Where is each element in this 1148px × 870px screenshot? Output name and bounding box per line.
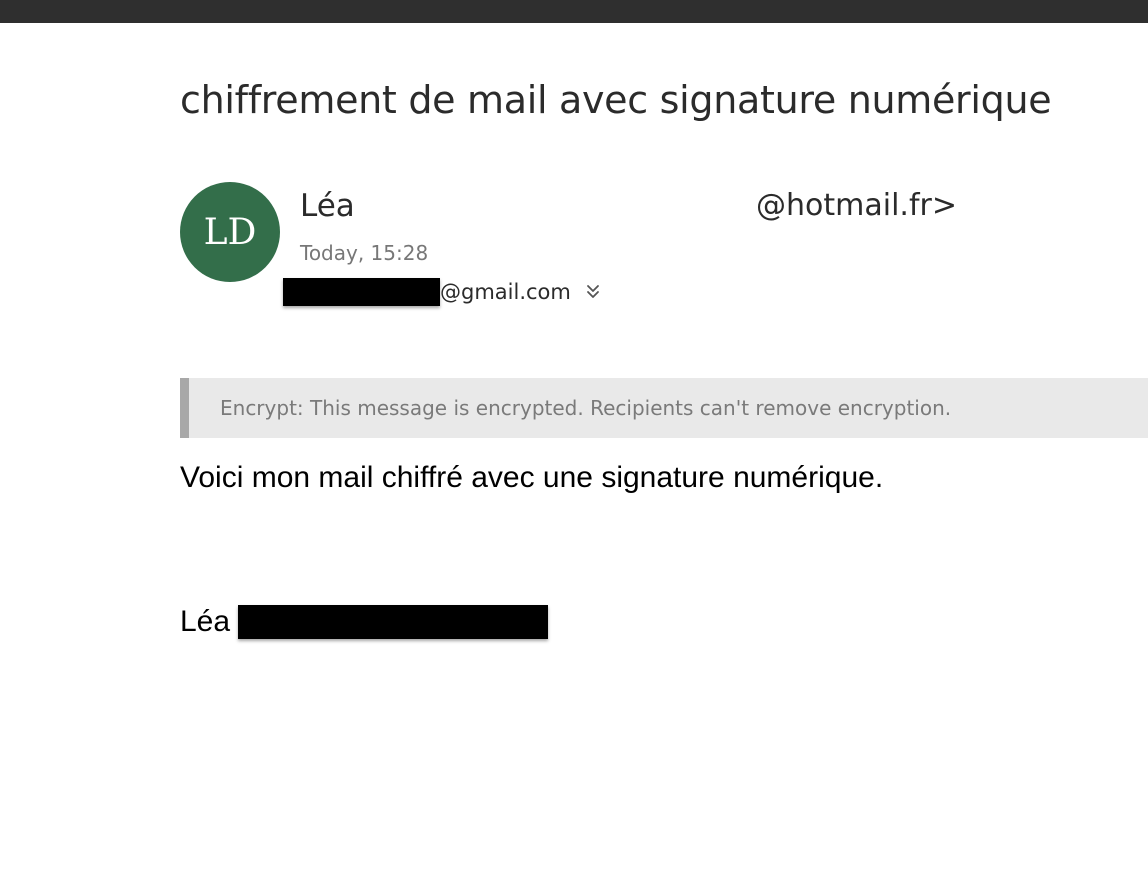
signature: Léa bbox=[180, 605, 549, 639]
message-body: Voici mon mail chiffré avec une signatur… bbox=[180, 461, 884, 494]
encryption-notice: Encrypt: This message is encrypted. Reci… bbox=[220, 396, 952, 420]
sender-name[interactable]: Léa bbox=[300, 188, 355, 224]
recipient-row: @gmail.com bbox=[283, 277, 601, 307]
redaction-bar bbox=[238, 605, 549, 639]
window-top-bar bbox=[0, 0, 1148, 23]
signature-name: Léa bbox=[180, 605, 231, 638]
message-subject: chiffrement de mail avec signature numér… bbox=[180, 78, 1052, 122]
avatar-initials: LD bbox=[203, 211, 257, 253]
recipient-email[interactable]: @gmail.com bbox=[440, 280, 571, 304]
sender-email[interactable]: @hotmail.fr> bbox=[756, 188, 957, 223]
chevron-double-down-icon[interactable] bbox=[585, 283, 601, 301]
redaction-bar bbox=[283, 278, 440, 306]
message-timestamp: Today, 15:28 bbox=[300, 241, 429, 265]
encryption-banner: Encrypt: This message is encrypted. Reci… bbox=[180, 378, 1148, 438]
sender-avatar[interactable]: LD bbox=[180, 182, 280, 282]
